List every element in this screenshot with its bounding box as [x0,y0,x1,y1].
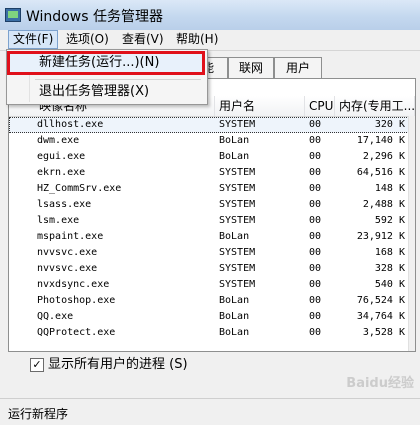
process-cpu: 00 [309,231,322,242]
table-row[interactable]: nvxdsync.exe SYSTEM 00 540 K [9,277,409,293]
process-memory: 148 K [374,183,405,194]
process-user: SYSTEM [219,215,256,226]
process-user: SYSTEM [219,263,256,274]
process-name: egui.exe [37,151,86,162]
show-all-users-label[interactable]: 显示所有用户的进程 (S) [48,356,188,374]
menu-bar: 文件(F) 选项(O) 查看(V) 帮助(H) [0,30,420,51]
process-memory: 540 K [374,279,405,290]
process-name: QQProtect.exe [37,327,116,338]
process-cpu: 00 [309,183,322,194]
process-cpu: 00 [309,151,322,162]
task-manager-icon [5,8,21,22]
vertical-scrollbar[interactable] [408,116,415,351]
process-memory: 320 K [374,119,405,130]
process-cpu: 00 [309,327,322,338]
process-name: mspaint.exe [37,231,104,242]
menu-view[interactable]: 查看(V) [118,31,168,48]
process-memory: 34,764 K [356,311,405,322]
table-body: dllhost.exe SYSTEM 00 320 K dwm.exe BoLa… [9,117,409,351]
process-name: HZ_CommSrv.exe [37,183,122,194]
process-cpu: 00 [309,215,322,226]
process-cpu: 00 [309,295,322,306]
process-memory: 592 K [374,215,405,226]
process-memory: 2,296 K [362,151,405,162]
process-memory: 3,528 K [362,327,405,338]
menu-separator [35,79,201,80]
menu-options[interactable]: 选项(O) [62,31,113,48]
process-cpu: 00 [309,263,322,274]
process-cpu: 00 [309,199,322,210]
process-memory: 23,912 K [356,231,405,242]
process-memory: 76,524 K [356,295,405,306]
process-cpu: 00 [309,167,322,178]
title-bar: Windows 任务管理器 [0,0,420,31]
process-memory: 328 K [374,263,405,274]
table-row[interactable]: nvvsvc.exe SYSTEM 00 168 K [9,245,409,261]
process-name: nvvsvc.exe [37,247,98,258]
column-cpu[interactable]: CPU [305,96,335,116]
process-name: nvvsvc.exe [37,263,98,274]
process-cpu: 00 [309,247,322,258]
process-name: dwm.exe [37,135,80,146]
process-user: SYSTEM [219,199,256,210]
process-name: Photoshop.exe [37,295,116,306]
process-name: lsass.exe [37,199,92,210]
process-name: QQ.exe [37,311,74,322]
table-row[interactable]: lsm.exe SYSTEM 00 592 K [9,213,409,229]
process-memory: 17,140 K [356,135,405,146]
status-text: 运行新程序 [8,407,69,421]
process-list: 映像名称 用户名 CPU 内存(专用工... dllhost.exe SYSTE… [8,78,416,352]
process-memory: 64,516 K [356,167,405,178]
watermark: Baidu经验 [346,376,414,391]
process-user: BoLan [219,295,250,306]
process-name: dllhost.exe [37,119,104,130]
table-row[interactable]: QQProtect.exe BoLan 00 3,528 K [9,325,409,341]
table-row[interactable]: dllhost.exe SYSTEM 00 320 K [9,117,409,133]
table-row[interactable]: ekrn.exe SYSTEM 00 64,516 K [9,165,409,181]
show-all-users-checkbox[interactable]: ✓ [30,358,44,372]
tab-users[interactable]: 用户 [274,57,322,78]
menu-help[interactable]: 帮助(H) [172,31,222,48]
process-user: SYSTEM [219,279,256,290]
menu-file[interactable]: 文件(F) [8,30,59,49]
file-menu-dropdown: 新建任务(运行...)(N) 退出任务管理器(X) [6,49,208,105]
process-name: lsm.exe [37,215,80,226]
process-cpu: 00 [309,279,322,290]
process-memory: 2,488 K [362,199,405,210]
tab-networking[interactable]: 联网 [228,57,274,78]
process-user: BoLan [219,231,250,242]
table-row[interactable]: egui.exe BoLan 00 2,296 K [9,149,409,165]
process-name: nvxdsync.exe [37,279,110,290]
exit-task-manager-menu-item[interactable]: 退出任务管理器(X) [9,82,203,102]
table-row[interactable]: Photoshop.exe BoLan 00 76,524 K [9,293,409,309]
process-user: BoLan [219,135,250,146]
process-user: BoLan [219,311,250,322]
table-row[interactable]: QQ.exe BoLan 00 34,764 K [9,309,409,325]
table-row[interactable]: dwm.exe BoLan 00 17,140 K [9,133,409,149]
process-user: SYSTEM [219,247,256,258]
new-task-menu-item[interactable]: 新建任务(运行...)(N) [7,51,205,75]
process-user: SYSTEM [219,167,256,178]
status-bar: 运行新程序 [0,398,420,425]
process-user: SYSTEM [219,183,256,194]
process-cpu: 00 [309,119,322,130]
table-row[interactable]: nvvsvc.exe SYSTEM 00 328 K [9,261,409,277]
process-name: ekrn.exe [37,167,86,178]
process-user: BoLan [219,327,250,338]
column-memory[interactable]: 内存(专用工... [335,96,415,116]
process-user: SYSTEM [219,119,256,130]
window-title: Windows 任务管理器 [26,9,163,25]
process-cpu: 00 [309,311,322,322]
table-row[interactable]: HZ_CommSrv.exe SYSTEM 00 148 K [9,181,409,197]
column-user-name[interactable]: 用户名 [215,96,305,116]
table-row[interactable]: lsass.exe SYSTEM 00 2,488 K [9,197,409,213]
process-cpu: 00 [309,135,322,146]
process-memory: 168 K [374,247,405,258]
table-row[interactable]: mspaint.exe BoLan 00 23,912 K [9,229,409,245]
process-user: BoLan [219,151,250,162]
